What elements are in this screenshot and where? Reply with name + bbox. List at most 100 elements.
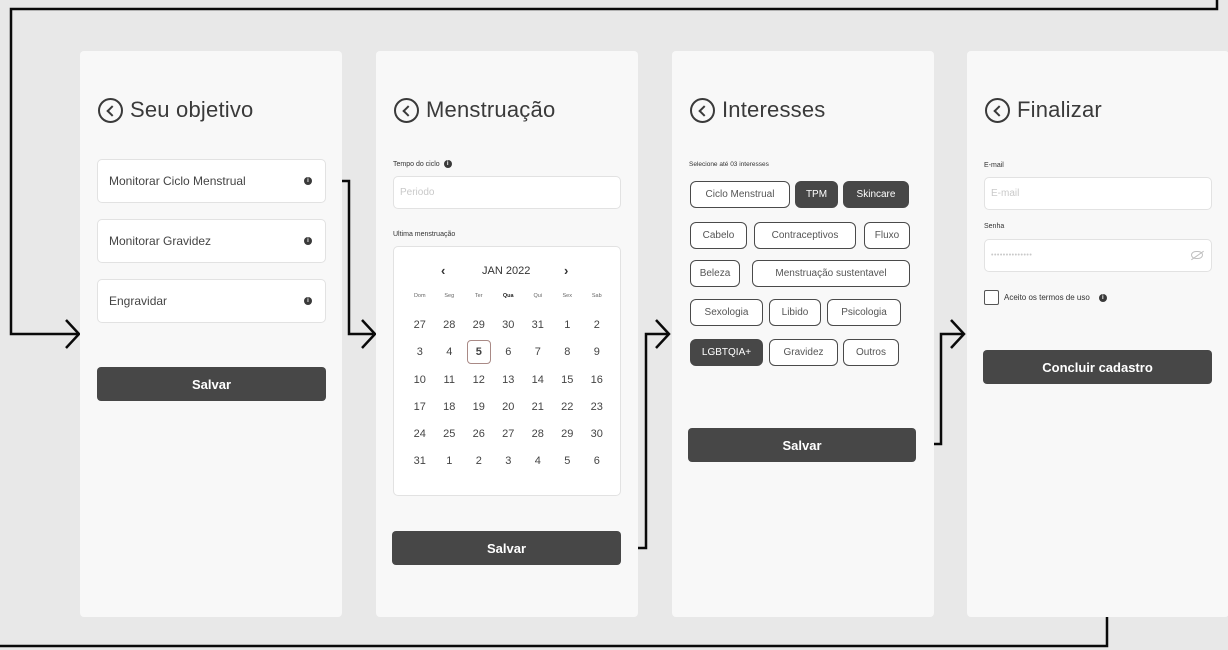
calendar-day[interactable]: 14 [523,368,553,395]
calendar-day-label: 28 [531,428,544,441]
calendar-day[interactable]: 1 [435,449,465,476]
calendar-day[interactable]: 5 [553,449,583,476]
calendar-day[interactable]: 22 [553,395,583,422]
interest-chip[interactable]: Psicologia [827,299,901,326]
back-arrow-icon[interactable] [690,97,715,123]
calendar-day[interactable]: 19 [464,395,494,422]
calendar-day[interactable]: 28 [523,422,553,449]
info-icon[interactable]: i [304,297,312,305]
calendar-day[interactable]: 31 [523,313,553,340]
email-field[interactable]: E-mail [984,177,1212,210]
calendar-day-label: 2 [475,455,482,468]
calendar-day[interactable]: 4 [523,449,553,476]
calendar-day[interactable]: 2 [582,313,612,340]
eye-off-icon[interactable] [1191,251,1203,259]
info-icon[interactable]: i [304,237,312,245]
save-button[interactable]: Salvar [688,428,916,462]
calendar-day-label: 2 [593,319,600,331]
interest-chip[interactable]: Ciclo Menstrual [690,181,790,208]
email-label: E-mail [984,162,1004,169]
weekday-label: Ter [474,293,483,299]
interest-chip[interactable]: Libido [769,299,821,326]
calendar-day[interactable]: 23 [582,395,612,422]
interest-chip[interactable]: Outros [843,339,899,366]
chevron-right-icon[interactable]: › [564,263,568,278]
interest-chip[interactable]: Sexologia [690,299,763,326]
calendar-day[interactable]: 7 [523,340,553,367]
calendar-day[interactable]: 30 [494,313,524,340]
password-value: •••••••••••••• [991,252,1033,259]
option-get-pregnant[interactable]: Engravidar i [97,279,326,323]
interest-chip[interactable]: Fluxo [864,222,910,249]
info-icon[interactable]: i [1098,293,1107,302]
save-button[interactable]: Salvar [392,531,621,565]
calendar-day[interactable]: 29 [464,313,494,340]
calendar-day[interactable]: 4 [435,340,465,367]
calendar-day-label: 26 [472,428,485,441]
cycle-period-input[interactable]: Periodo [393,176,621,209]
back-arrow-icon[interactable] [394,97,419,123]
save-button[interactable]: Salvar [97,367,326,401]
calendar-day[interactable]: 11 [435,368,465,395]
calendar-day[interactable]: 13 [494,368,524,395]
calendar-day-label: 6 [505,346,512,359]
calendar-day[interactable]: 18 [435,395,465,422]
interest-chip[interactable]: Menstruação sustentavel [752,260,910,287]
calendar-day[interactable]: 27 [494,422,524,449]
screen-objective: Seu objetivo Monitorar Ciclo Menstrual i… [80,51,342,617]
calendar-day[interactable]: 6 [494,340,524,367]
calendar-day-label: 13 [502,373,515,386]
interest-chip[interactable]: Cabelo [690,222,747,249]
calendar-day[interactable]: 3 [494,449,524,476]
calendar-day[interactable]: 30 [582,422,612,449]
interest-chip[interactable]: Skincare [843,181,909,208]
calendar-day-selected[interactable]: 5 [464,340,494,367]
interest-chip[interactable]: LGBTQIA+ [690,339,763,366]
option-monitor-pregnancy[interactable]: Monitorar Gravidez i [97,219,326,263]
calendar-day-label: 3 [416,346,423,359]
calendar-day[interactable]: 9 [582,340,612,367]
back-arrow-icon[interactable] [98,97,123,123]
calendar-day[interactable]: 31 [405,449,435,476]
info-icon[interactable]: i [304,177,312,185]
weekday-label: Seg [444,293,455,299]
back-arrow-icon[interactable] [985,97,1010,123]
option-monitor-cycle[interactable]: Monitorar Ciclo Menstrual i [97,159,326,203]
interest-chip[interactable]: TPM [795,181,838,208]
calendar-day[interactable]: 6 [582,449,612,476]
calendar-day[interactable]: 20 [494,395,524,422]
calendar-day[interactable]: 12 [464,368,494,395]
submit-button[interactable]: Concluir cadastro [983,350,1212,384]
calendar-day[interactable]: 29 [553,422,583,449]
calendar-day-label: 1 [564,319,571,331]
calendar-day[interactable]: 24 [405,422,435,449]
last-period-label: Ultima menstruação [393,231,455,238]
calendar-day-label: 14 [531,373,544,386]
calendar-day[interactable]: 21 [523,395,553,422]
screen-finish: Finalizar E-mail E-mail Senha ••••••••••… [967,51,1228,617]
weekday-label: Dom [413,293,426,299]
interest-chip[interactable]: Contraceptivos [754,222,856,249]
calendar-day[interactable]: 1 [553,313,583,340]
calendar-day-label: 8 [564,346,571,359]
calendar-day[interactable]: 10 [405,368,435,395]
password-field[interactable]: •••••••••••••• [984,239,1212,272]
calendar-day-label: 25 [443,428,456,441]
chevron-left-icon[interactable]: ‹ [441,263,445,278]
terms-checkbox[interactable] [984,290,999,305]
interest-chip[interactable]: Gravidez [769,339,838,366]
calendar-day[interactable]: 17 [405,395,435,422]
calendar-day[interactable]: 3 [405,340,435,367]
calendar-day[interactable]: 27 [405,313,435,340]
calendar-day[interactable]: 8 [553,340,583,367]
info-icon[interactable]: i [443,160,452,168]
calendar-day[interactable]: 26 [464,422,494,449]
weekday-label: Qua [502,293,514,299]
calendar-day[interactable]: 15 [553,368,583,395]
calendar-day[interactable]: 16 [582,368,612,395]
calendar-day[interactable]: 28 [435,313,465,340]
calendar-day[interactable]: 2 [464,449,494,476]
interest-chip[interactable]: Beleza [690,260,740,287]
last-period-label-text: Ultima menstruação [393,231,456,238]
calendar-day[interactable]: 25 [435,422,465,449]
